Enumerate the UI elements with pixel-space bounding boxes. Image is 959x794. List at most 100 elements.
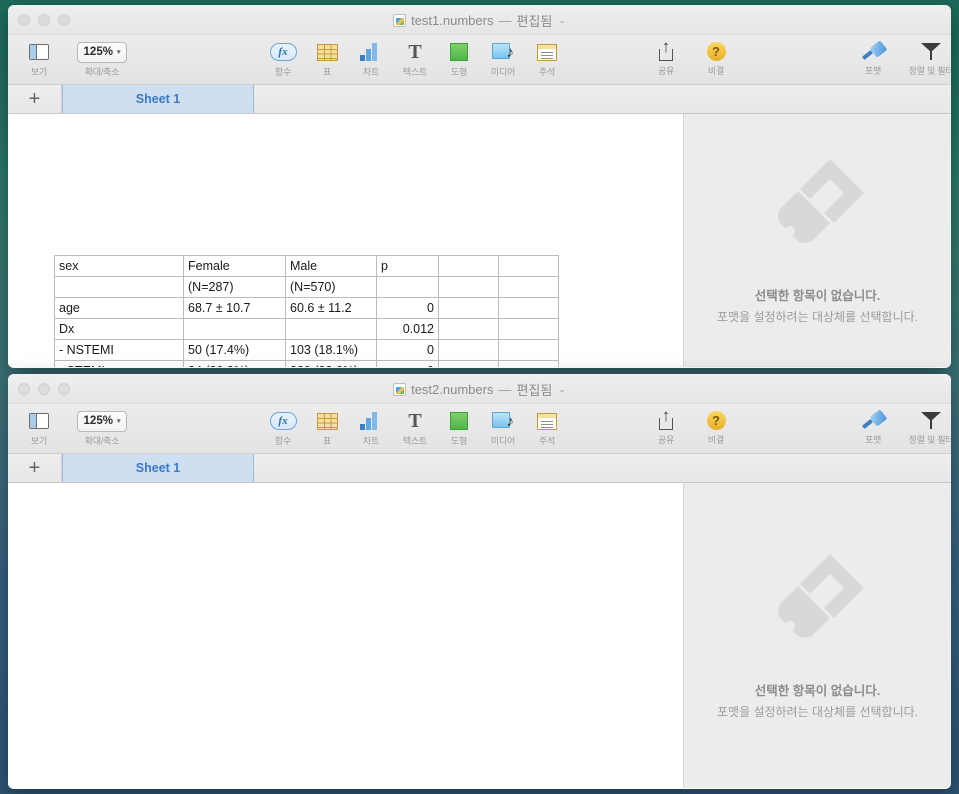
numbers-window-test1[interactable]: test1.numbers — 편집됨 ⌄ 보기 125% ▾ 확대/축소 [8,5,951,368]
format-inspector-panel: 선택한 항목이 없습니다. 포맷을 설정하려는 대상체를 선택합니다. [683,114,951,367]
toolbar-share-button[interactable]: 공유 [649,40,683,77]
table-cell[interactable]: (N=287) [184,277,286,298]
zoom-dropdown-icon[interactable]: 125% ▾ [77,42,128,63]
sheet-tab-sheet-1[interactable]: Sheet 1 [62,85,254,113]
table-cell[interactable]: 0.012 [377,319,439,340]
toolbar-view-button[interactable]: 보기 [22,41,56,78]
toolbar-media-label: 미디어 [491,434,515,447]
table-cell[interactable] [439,277,499,298]
table-cell[interactable]: age [55,298,184,319]
toolbar-media-button[interactable]: 미디어 [486,410,520,447]
chevron-down-icon[interactable]: ⌄ [558,384,566,395]
table-cell[interactable]: 84 (29.3%) [184,361,286,368]
toolbar-zoom-control[interactable]: 125% ▾ 확대/축소 [70,410,134,447]
table-cell[interactable] [439,361,499,368]
toolbar-sort-filter-button[interactable]: 정렬 및 필터 [904,40,951,77]
toolbar-format-label: 포맷 [865,64,881,77]
table-cell[interactable] [499,361,559,368]
table-row[interactable]: - STEMI84 (29.3%)220 (38.6%)0 [55,361,559,368]
table-cell[interactable] [286,319,377,340]
table-cell[interactable]: (N=570) [286,277,377,298]
toolbar-shape-label: 도형 [451,434,467,447]
comment-icon [537,413,557,430]
table-cell[interactable]: Female [184,256,286,277]
fx-icon: fx [270,412,297,430]
toolbar[interactable]: 보기 125% ▾ 확대/축소 fx 함수 표 [8,404,951,454]
table-cell[interactable]: - STEMI [55,361,184,368]
spreadsheet-canvas[interactable]: sexMaleFemaleDMNoYespNoYesp(N=380)(N=190… [8,483,683,788]
table-row[interactable]: sexFemaleMalep [55,256,559,277]
table-row[interactable]: age68.7 ± 10.760.6 ± 11.20 [55,298,559,319]
titlebar[interactable]: test2.numbers — 편집됨 ⌄ [8,374,951,404]
toolbar-chart-button[interactable]: 차트 [354,41,388,78]
sheet-tab-bar[interactable]: + Sheet 1 [8,85,951,114]
sheet-tab-bar[interactable]: + Sheet 1 [8,454,951,483]
toolbar-chart-button[interactable]: 차트 [354,410,388,447]
toolbar-function-button[interactable]: fx 함수 [266,41,300,78]
toolbar-comment-button[interactable]: 주석 [530,41,564,78]
table-cell[interactable]: - NSTEMI [55,340,184,361]
table-cell[interactable]: 0 [377,340,439,361]
toolbar-share-button[interactable]: 공유 [649,409,683,446]
toolbar-sort-filter-button[interactable]: 정렬 및 필터 [904,409,951,446]
help-question-icon: ? [707,42,726,61]
table-cell[interactable]: 68.7 ± 10.7 [184,298,286,319]
table-cell[interactable] [439,298,499,319]
table-cell[interactable] [499,340,559,361]
table-cell[interactable]: 60.6 ± 11.2 [286,298,377,319]
toolbar-function-button[interactable]: fx 함수 [266,410,300,447]
table-cell[interactable] [439,256,499,277]
table-cell[interactable]: 50 (17.4%) [184,340,286,361]
table-cell[interactable]: p [377,256,439,277]
zoom-dropdown-icon[interactable]: 125% ▾ [77,411,128,432]
table-cell[interactable] [439,340,499,361]
table-cell[interactable] [184,319,286,340]
toolbar-text-button[interactable]: T 텍스트 [398,410,432,447]
table-cell[interactable]: 103 (18.1%) [286,340,377,361]
toolbar-tips-button[interactable]: ? 비결 [699,40,733,77]
table-cell[interactable] [499,256,559,277]
toolbar-shape-button[interactable]: 도형 [442,410,476,447]
toolbar-tips-button[interactable]: ? 비결 [699,409,733,446]
chevron-down-icon: ▾ [117,48,121,56]
add-sheet-button[interactable]: + [8,85,62,113]
toolbar-table-label: 표 [323,434,331,447]
add-sheet-button[interactable]: + [8,454,62,482]
toolbar-media-label: 미디어 [491,65,515,78]
chevron-down-icon[interactable]: ⌄ [558,15,566,26]
toolbar-shape-button[interactable]: 도형 [442,41,476,78]
table-cell[interactable]: sex [55,256,184,277]
table-row[interactable]: (N=287)(N=570) [55,277,559,298]
titlebar[interactable]: test1.numbers — 편집됨 ⌄ [8,5,951,35]
table-row[interactable]: Dx 0.012 [55,319,559,340]
toolbar-view-button[interactable]: 보기 [22,410,56,447]
numbers-window-test2[interactable]: test2.numbers — 편집됨 ⌄ 보기 125% ▾ 확대/축소 [8,374,951,789]
spreadsheet-canvas[interactable]: sexFemaleMalep(N=287)(N=570)age68.7 ± 10… [8,114,683,367]
toolbar[interactable]: 보기 125% ▾ 확대/축소 fx 함수 표 [8,35,951,85]
toolbar-comment-button[interactable]: 주석 [530,410,564,447]
table-cell[interactable]: Male [286,256,377,277]
spreadsheet-table[interactable]: sexFemaleMalep(N=287)(N=570)age68.7 ± 10… [54,255,559,367]
toolbar-table-button[interactable]: 표 [310,41,344,78]
table-cell[interactable] [499,319,559,340]
table-cell[interactable] [499,298,559,319]
table-cell[interactable]: Dx [55,319,184,340]
sheet-tab-sheet-1[interactable]: Sheet 1 [62,454,254,482]
toolbar-media-button[interactable]: 미디어 [486,41,520,78]
table-cell[interactable] [377,277,439,298]
table-cell[interactable] [499,277,559,298]
table-row[interactable]: - NSTEMI50 (17.4%)103 (18.1%)0 [55,340,559,361]
table-cell[interactable]: 0 [377,361,439,368]
toolbar-text-button[interactable]: T 텍스트 [398,41,432,78]
table-cell[interactable]: 0 [377,298,439,319]
table-cell[interactable]: 220 (38.6%) [286,361,377,368]
toolbar-shape-label: 도형 [451,65,467,78]
window-title: test1.numbers — 편집됨 ⌄ [8,5,951,35]
window-title: test2.numbers — 편집됨 ⌄ [8,374,951,404]
toolbar-zoom-control[interactable]: 125% ▾ 확대/축소 [70,41,134,78]
toolbar-table-button[interactable]: 표 [310,410,344,447]
table-cell[interactable] [439,319,499,340]
toolbar-format-button[interactable]: 포맷 [856,409,890,446]
toolbar-format-button[interactable]: 포맷 [856,40,890,77]
table-cell[interactable] [55,277,184,298]
